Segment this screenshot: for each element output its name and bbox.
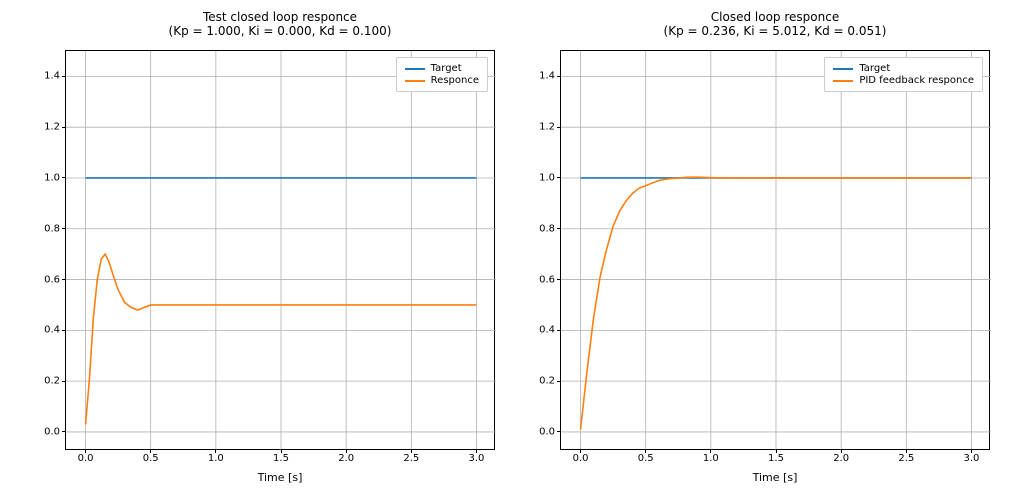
xtick-label: 1.5: [273, 449, 289, 464]
xtick-label: 1.0: [703, 449, 719, 464]
chart-title: Closed loop responce (Kp = 0.236, Ki = 5…: [560, 10, 990, 38]
ytick-label: 0.0: [539, 426, 561, 437]
legend-swatch: [833, 68, 853, 70]
xtick-label: 0.0: [78, 449, 94, 464]
ytick-label: 0.6: [539, 274, 561, 285]
ytick-label: 1.4: [44, 71, 66, 82]
ytick-label: 1.2: [44, 122, 66, 133]
legend-item: Target: [833, 63, 974, 74]
xtick-label: 2.0: [833, 449, 849, 464]
ytick-label: 0.8: [44, 223, 66, 234]
xtick-label: 1.5: [768, 449, 784, 464]
ytick-label: 0.2: [539, 376, 561, 387]
ytick-label: 0.4: [539, 325, 561, 336]
xtick-label: 0.5: [143, 449, 159, 464]
x-axis-label: Time [s]: [560, 471, 990, 484]
xtick-label: 2.5: [898, 449, 914, 464]
x-axis-label: Time [s]: [65, 471, 495, 484]
legend-label: Responce: [431, 75, 479, 86]
legend-label: Target: [859, 63, 890, 74]
legend-label: Target: [431, 63, 462, 74]
legend-item: Target: [405, 63, 479, 74]
plot-svg: [561, 51, 991, 451]
figure: Test closed loop responce (Kp = 1.000, K…: [0, 0, 1019, 500]
title-line-1: Test closed loop responce: [203, 10, 357, 24]
subplot-right: Closed loop responce (Kp = 0.236, Ki = 5…: [560, 50, 990, 450]
legend-swatch: [405, 80, 425, 82]
ytick-label: 1.4: [539, 71, 561, 82]
legend-swatch: [405, 68, 425, 70]
ytick-label: 0.0: [44, 426, 66, 437]
ytick-label: 0.2: [44, 376, 66, 387]
ytick-label: 0.4: [44, 325, 66, 336]
legend-label: PID feedback responce: [859, 75, 974, 86]
title-line-1: Closed loop responce: [711, 10, 839, 24]
xtick-label: 0.5: [638, 449, 654, 464]
xtick-label: 3.0: [964, 449, 980, 464]
ytick-label: 0.6: [44, 274, 66, 285]
chart-title: Test closed loop responce (Kp = 1.000, K…: [65, 10, 495, 38]
legend-item: Responce: [405, 75, 479, 86]
plot-svg: [66, 51, 496, 451]
ytick-label: 1.0: [539, 172, 561, 183]
title-line-2: (Kp = 0.236, Ki = 5.012, Kd = 0.051): [664, 24, 887, 38]
axes: TargetResponce 0.00.51.01.52.02.53.00.00…: [65, 50, 495, 450]
xtick-label: 2.5: [403, 449, 419, 464]
ytick-label: 1.0: [44, 172, 66, 183]
xtick-label: 0.0: [573, 449, 589, 464]
title-line-2: (Kp = 1.000, Ki = 0.000, Kd = 0.100): [169, 24, 392, 38]
axes: TargetPID feedback responce 0.00.51.01.5…: [560, 50, 990, 450]
ytick-label: 1.2: [539, 122, 561, 133]
legend: TargetResponce: [396, 57, 488, 92]
legend-item: PID feedback responce: [833, 75, 974, 86]
subplot-left: Test closed loop responce (Kp = 1.000, K…: [65, 50, 495, 450]
legend: TargetPID feedback responce: [824, 57, 983, 92]
legend-swatch: [833, 80, 853, 82]
xtick-label: 1.0: [208, 449, 224, 464]
xtick-label: 2.0: [338, 449, 354, 464]
xtick-label: 3.0: [469, 449, 485, 464]
ytick-label: 0.8: [539, 223, 561, 234]
